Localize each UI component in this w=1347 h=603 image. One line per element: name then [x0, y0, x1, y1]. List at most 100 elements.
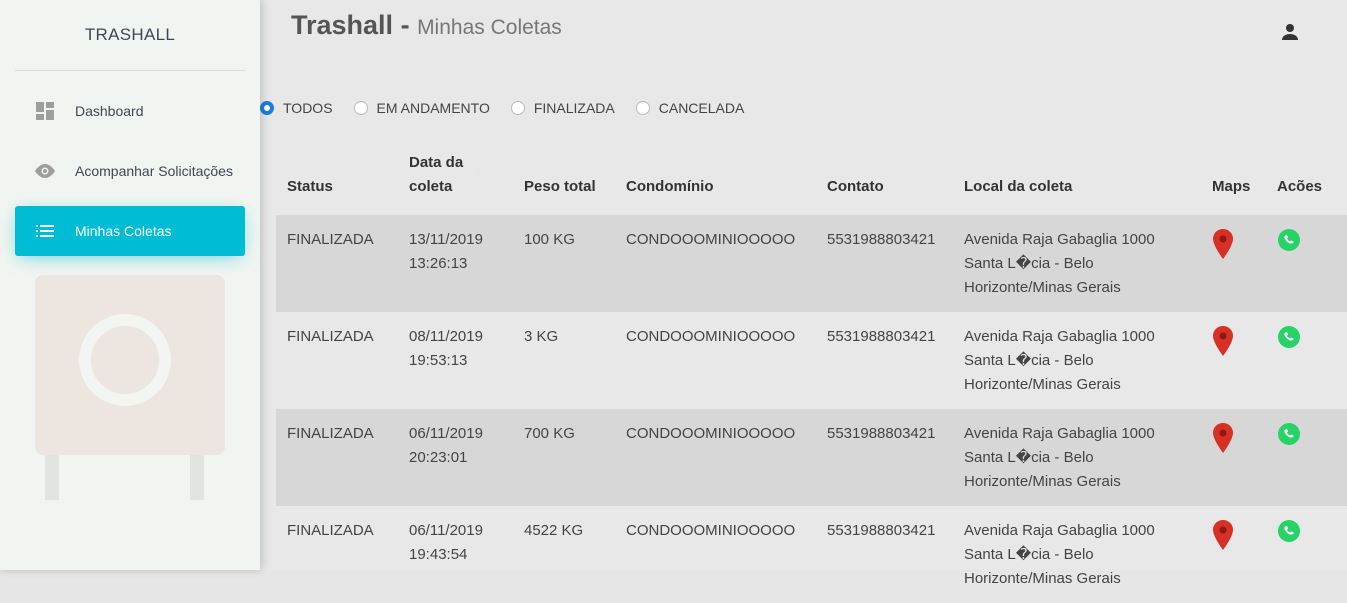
whatsapp-icon[interactable]	[1277, 519, 1301, 551]
cell-peso: 700 KG	[513, 409, 615, 506]
cell-condominio: CONDOOOMINIOOOOO	[626, 522, 796, 539]
cell-condominio: CONDOOOMINIOOOOO	[615, 409, 816, 506]
address-line: Santa L�cia - Belo	[964, 546, 1094, 563]
column-header-contato: Contato	[827, 178, 884, 195]
filter-label: CANCELADA	[658, 100, 745, 116]
cell-status: FINALIZADA	[276, 409, 398, 506]
cell-date: 06/11/2019 20:23:01	[398, 409, 513, 506]
address-line: Avenida Raja Gabaglia 1000	[964, 522, 1155, 539]
radio-button[interactable]	[260, 101, 274, 115]
address-line: Horizonte/Minas Gerais	[964, 473, 1121, 490]
column-header-condominio: Condomínio	[626, 178, 714, 195]
page-title: Trashall - Minhas Coletas	[291, 10, 562, 41]
map-pin-icon[interactable]	[1212, 228, 1234, 268]
cell-contato: 5531988803421	[816, 409, 953, 506]
radio-button[interactable]	[635, 101, 650, 115]
whatsapp-icon[interactable]	[1277, 325, 1301, 357]
cell-maps	[1201, 506, 1266, 603]
cell-maps	[1201, 312, 1266, 409]
status-filter-group: TODOS EM ANDAMENTO FINALIZADA CANCELADA	[260, 100, 765, 116]
cell-maps	[1201, 409, 1266, 506]
sidebar-item-dashboard[interactable]: Dashboard	[15, 86, 245, 136]
time-text: 19:43:54	[409, 546, 468, 563]
column-header-local: Local da coleta	[964, 178, 1073, 195]
time-text: 20:23:01	[409, 449, 468, 466]
whatsapp-icon[interactable]	[1277, 228, 1301, 260]
address-line: Avenida Raja Gabaglia 1000	[964, 425, 1155, 442]
date-text: 08/11/2019	[409, 328, 483, 345]
sidebar-item-acompanhar[interactable]: Acompanhar Solicitações	[15, 146, 245, 196]
address-line: Avenida Raja Gabaglia 1000	[964, 231, 1155, 248]
filter-finalizada[interactable]: FINALIZADA	[510, 100, 615, 116]
filter-cancelada[interactable]: CANCELADA	[635, 100, 745, 116]
cell-local: Avenida Raja Gabaglia 1000 Santa L�cia - …	[953, 506, 1201, 603]
date-text: 13/11/2019	[409, 231, 483, 248]
cell-contato: 5531988803421	[827, 328, 936, 345]
header-line: Data da	[409, 154, 464, 171]
sidebar-nav: Dashboard Acompanhar Solicitações Minhas…	[0, 86, 260, 256]
date-text: 06/11/2019	[409, 522, 483, 539]
address-line: Horizonte/Minas Gerais	[964, 279, 1121, 296]
cell-peso: 4522 KG	[524, 522, 584, 539]
cell-peso: 100 KG	[513, 215, 615, 312]
date-text: 06/11/2019	[409, 425, 483, 442]
cell-local: Avenida Raja Gabaglia 1000 Santa L�cia - …	[953, 215, 1201, 312]
collections-table: Status Data da coleta Peso total Condomín…	[276, 132, 1347, 603]
time-text: 13:26:13	[409, 255, 468, 272]
filter-label: TODOS	[283, 100, 333, 116]
cell-condominio: CONDOOOMINIOOOOO	[615, 215, 816, 312]
table-row: FINALIZADA 08/11/2019 19:53:13 3 KG CONDO…	[276, 312, 1347, 409]
filter-todos[interactable]: TODOS	[260, 100, 333, 116]
cell-status: FINALIZADA	[287, 328, 374, 345]
brand-logo[interactable]: TRASHALL	[15, 0, 245, 71]
cell-acoes	[1266, 506, 1347, 603]
address-line: Santa L�cia - Belo	[964, 449, 1094, 466]
address-line: Horizonte/Minas Gerais	[964, 376, 1121, 393]
radio-button[interactable]	[353, 101, 368, 115]
person-icon[interactable]	[1280, 22, 1300, 42]
column-header-maps: Maps	[1212, 178, 1251, 195]
map-pin-icon[interactable]	[1212, 422, 1234, 462]
cell-contato: 5531988803421	[827, 522, 936, 539]
cell-peso: 3 KG	[524, 328, 559, 345]
column-header-peso: Peso total	[524, 178, 596, 195]
sidebar: TRASHALL Dashboard Acompanhar Solicitaçõ…	[0, 0, 260, 570]
address-line: Avenida Raja Gabaglia 1000	[964, 328, 1155, 345]
title-separator: -	[393, 10, 418, 40]
cell-acoes	[1266, 409, 1347, 506]
whatsapp-icon[interactable]	[1277, 422, 1301, 454]
cell-acoes	[1266, 215, 1347, 312]
column-header-data: Data da coleta	[398, 132, 513, 215]
address-line: Santa L�cia - Belo	[964, 352, 1094, 369]
filter-label: FINALIZADA	[533, 100, 615, 116]
recycle-bin-background-icon	[35, 275, 225, 500]
eye-icon	[15, 163, 75, 179]
sidebar-item-label: Minhas Coletas	[75, 223, 172, 239]
map-pin-icon[interactable]	[1212, 325, 1234, 365]
time-text: 19:53:13	[409, 352, 468, 369]
cell-status: FINALIZADA	[287, 522, 374, 539]
table-row: FINALIZADA 06/11/2019 19:43:54 4522 KG CO…	[276, 506, 1347, 603]
filter-label: EM ANDAMENTO	[376, 100, 490, 116]
cell-date: 13/11/2019 13:26:13	[398, 215, 513, 312]
list-icon	[15, 224, 75, 238]
cell-acoes	[1266, 312, 1347, 409]
table-row: FINALIZADA 13/11/2019 13:26:13 100 KG CON…	[276, 215, 1347, 312]
column-header-status: Status	[287, 178, 333, 195]
radio-button[interactable]	[510, 101, 525, 115]
map-pin-icon[interactable]	[1212, 519, 1234, 559]
app-title: Trashall	[291, 10, 394, 40]
table-row: FINALIZADA 06/11/2019 20:23:01 700 KG CON…	[276, 409, 1347, 506]
table-header-row: Status Data da coleta Peso total Condomín…	[276, 132, 1347, 215]
address-line: Santa L�cia - Belo	[964, 255, 1094, 272]
cell-date: 08/11/2019 19:53:13	[398, 312, 513, 409]
cell-contato: 5531988803421	[816, 215, 953, 312]
main-content: Trashall - Minhas Coletas TODOS EM ANDAM…	[260, 0, 1347, 587]
cell-status: FINALIZADA	[276, 215, 398, 312]
sidebar-item-minhas-coletas[interactable]: Minhas Coletas	[15, 206, 245, 256]
page-subtitle: Minhas Coletas	[417, 16, 562, 39]
header-line: coleta	[409, 178, 453, 195]
cell-local: Avenida Raja Gabaglia 1000 Santa L�cia - …	[953, 409, 1201, 506]
filter-em-andamento[interactable]: EM ANDAMENTO	[353, 100, 490, 116]
cell-date: 06/11/2019 19:43:54	[398, 506, 513, 603]
